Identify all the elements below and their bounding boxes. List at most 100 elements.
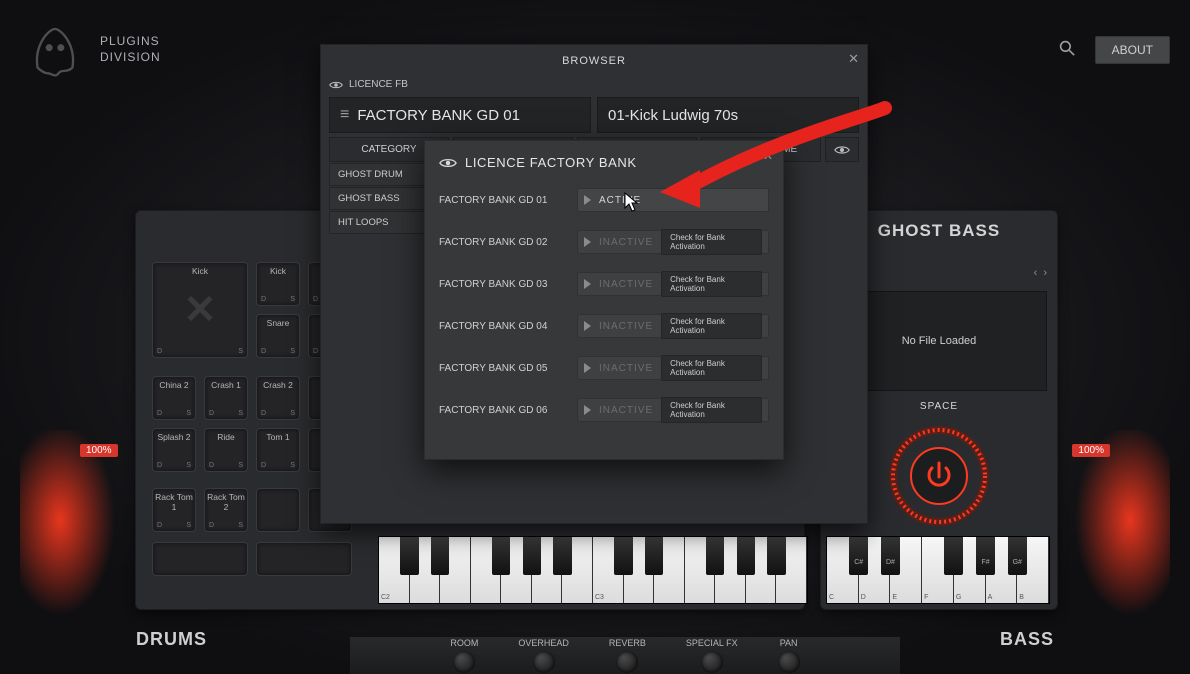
- search-icon[interactable]: [1059, 40, 1075, 61]
- licence-row: FACTORY BANK GD 06INACTIVECheck for Bank…: [439, 398, 769, 422]
- about-button[interactable]: ABOUT: [1095, 36, 1170, 64]
- black-key[interactable]: [614, 537, 632, 575]
- key-label: F: [924, 594, 928, 601]
- sample-name-field[interactable]: 01-Kick Ludwig 70s: [597, 97, 859, 133]
- pad-empty-icon: ✕: [153, 263, 247, 357]
- pad-tom-1[interactable]: Tom 1DS: [256, 428, 300, 472]
- bottom-knob[interactable]: REVERB: [609, 638, 646, 673]
- category-item[interactable]: GHOST BASS: [329, 187, 435, 210]
- knob-icon[interactable]: [453, 651, 475, 673]
- black-key[interactable]: [944, 537, 963, 575]
- key-label: C2: [381, 594, 390, 601]
- close-icon[interactable]: ✕: [848, 51, 859, 67]
- black-key[interactable]: [431, 537, 449, 575]
- bottom-knob[interactable]: PAN: [778, 638, 800, 673]
- black-key[interactable]: [881, 537, 900, 575]
- next-icon[interactable]: ›: [1043, 267, 1047, 279]
- pad-china-2[interactable]: China 2DS: [152, 376, 196, 420]
- licence-row: FACTORY BANK GD 04 INACTIVE Check for Bank…: [439, 314, 769, 338]
- category-item[interactable]: GHOST DRUM: [329, 163, 435, 186]
- pad-empty[interactable]: [152, 542, 248, 576]
- brand-line-2: DIVISION: [100, 50, 161, 66]
- glow-left-icon: [20, 430, 130, 630]
- check-activation-button[interactable]: Check for Bank Activation: [661, 313, 762, 339]
- licence-status-text: INACTIVE: [599, 321, 653, 332]
- play-icon: [584, 363, 591, 373]
- bottom-knob[interactable]: ROOM: [450, 638, 478, 673]
- pad-rack-tom-1[interactable]: Rack Tom 1DS: [152, 488, 196, 532]
- key-label: C3: [595, 594, 604, 601]
- black-key[interactable]: [645, 537, 663, 575]
- licence-fb-link[interactable]: LICENCE FB: [329, 79, 408, 90]
- licence-status-pill[interactable]: ACTIVE: [577, 188, 769, 212]
- keyboard-drums[interactable]: C2 C3: [378, 536, 808, 604]
- licence-bank-name: FACTORY BANK GD 04: [439, 321, 569, 332]
- licence-fb-label: LICENCE FB: [349, 79, 408, 90]
- licence-status-pill[interactable]: INACTIVE Check for Bank Activation: [577, 314, 769, 338]
- eye-icon: [439, 157, 457, 169]
- check-activation-button[interactable]: Check for Bank Activation: [661, 355, 762, 381]
- black-key[interactable]: [523, 537, 541, 575]
- prev-icon[interactable]: ‹: [1034, 267, 1038, 279]
- knob-label: PAN: [780, 638, 798, 648]
- pad-kick[interactable]: KickDS: [256, 262, 300, 306]
- close-icon[interactable]: ✕: [763, 149, 773, 163]
- black-key[interactable]: [706, 537, 724, 575]
- pad-ride[interactable]: RideDS: [204, 428, 248, 472]
- brand-line-1: PLUGINS: [100, 34, 161, 50]
- pad-kick-big[interactable]: Kick ✕ DS: [152, 262, 248, 358]
- black-key[interactable]: [553, 537, 571, 575]
- bottom-knob-strip: ROOM OVERHEAD REVERB SPECIAL FX PAN: [350, 636, 900, 674]
- licence-status-pill[interactable]: INACTIVE Check for Bank Activation: [577, 398, 769, 422]
- knob-icon[interactable]: [778, 651, 800, 673]
- keyboard-bass[interactable]: CC#DD#EFGF#AG#B: [826, 536, 1050, 604]
- category-item[interactable]: HIT LOOPS: [329, 211, 435, 234]
- check-activation-button[interactable]: Check for Bank Activation: [661, 397, 762, 423]
- key-label: D#: [886, 559, 895, 566]
- licence-status-text: INACTIVE: [599, 363, 653, 374]
- knob-icon[interactable]: [616, 651, 638, 673]
- pad-crash-2[interactable]: Crash 2DS: [256, 376, 300, 420]
- pad-splash-2[interactable]: Splash 2DS: [152, 428, 196, 472]
- licence-row: FACTORY BANK GD 03INACTIVECheck for Bank…: [439, 272, 769, 296]
- black-key[interactable]: [737, 537, 755, 575]
- pad-snare[interactable]: SnareDS: [256, 314, 300, 358]
- licence-status-pill[interactable]: INACTIVECheck for Bank Activation: [577, 272, 769, 296]
- knob-label: ROOM: [450, 638, 478, 648]
- black-key[interactable]: [1008, 537, 1027, 575]
- black-key[interactable]: [492, 537, 510, 575]
- licence-row: FACTORY BANK GD 02 INACTIVECheck for Bank…: [439, 230, 769, 254]
- pad-empty[interactable]: [256, 542, 352, 576]
- black-key[interactable]: [767, 537, 785, 575]
- eye-icon[interactable]: [825, 137, 859, 162]
- licence-popup-title: LICENCE FACTORY BANK: [465, 155, 637, 170]
- footer-drums-label: DRUMS: [136, 629, 207, 650]
- knob-label: OVERHEAD: [518, 638, 569, 648]
- bottom-knob[interactable]: SPECIAL FX: [686, 638, 738, 673]
- black-key[interactable]: [400, 537, 418, 575]
- licence-status-text: INACTIVE: [599, 405, 653, 416]
- licence-bank-name: FACTORY BANK GD 01: [439, 195, 569, 206]
- power-knob[interactable]: [884, 421, 994, 536]
- key-label: G: [956, 594, 961, 601]
- play-icon: [584, 321, 591, 331]
- black-key[interactable]: [849, 537, 868, 575]
- play-icon: [584, 279, 591, 289]
- check-activation-button[interactable]: Check for Bank Activation: [661, 229, 762, 255]
- check-activation-button[interactable]: Check for Bank Activation: [661, 271, 762, 297]
- bottom-knob[interactable]: OVERHEAD: [518, 638, 569, 673]
- black-key[interactable]: [976, 537, 995, 575]
- knob-icon[interactable]: [533, 651, 555, 673]
- licence-status-pill[interactable]: INACTIVE Check for Bank Activation: [577, 356, 769, 380]
- licence-status-pill[interactable]: INACTIVECheck for Bank Activation: [577, 230, 769, 254]
- pad-empty[interactable]: [256, 488, 300, 532]
- knob-icon[interactable]: [701, 651, 723, 673]
- pad-crash-1[interactable]: Crash 1DS: [204, 376, 248, 420]
- bank-name-field[interactable]: ≡ FACTORY BANK GD 01: [329, 97, 591, 133]
- key-label: C#: [854, 559, 863, 566]
- licence-bank-name: FACTORY BANK GD 02: [439, 237, 569, 248]
- sample-name-text: 01-Kick Ludwig 70s: [608, 107, 738, 124]
- browser-title: BROWSER: [321, 45, 867, 77]
- pad-rack-tom-2[interactable]: Rack Tom 2DS: [204, 488, 248, 532]
- play-icon: [584, 405, 591, 415]
